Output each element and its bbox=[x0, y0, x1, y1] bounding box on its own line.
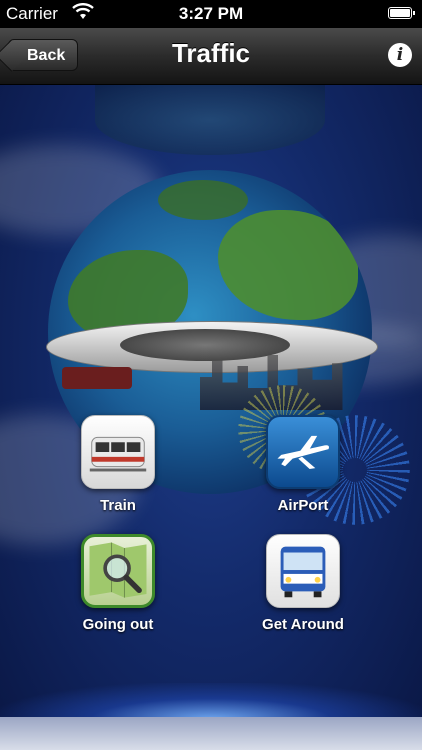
app-going-out[interactable]: Going out bbox=[63, 534, 173, 633]
page-title: Traffic bbox=[171, 38, 251, 68]
app-get-around[interactable]: Get Around bbox=[248, 534, 358, 633]
train-icon[interactable] bbox=[81, 415, 155, 489]
info-icon[interactable]: i bbox=[388, 43, 412, 67]
navigation-bar: Back Traffic i bbox=[0, 28, 422, 85]
train-label: Train bbox=[100, 497, 136, 514]
airplane-icon[interactable] bbox=[266, 415, 340, 489]
earth-reflection bbox=[95, 85, 325, 155]
app-airport[interactable]: AirPort bbox=[248, 415, 358, 514]
clock: 3:27 PM bbox=[178, 4, 244, 23]
platform-center bbox=[120, 329, 290, 361]
map-magnifier-icon[interactable] bbox=[81, 534, 155, 608]
bus-icon[interactable] bbox=[266, 534, 340, 608]
bottom-glow bbox=[0, 683, 422, 719]
train-decoration bbox=[62, 367, 132, 389]
airport-label: AirPort bbox=[277, 497, 329, 514]
battery-icon bbox=[388, 7, 415, 19]
bottom-bar bbox=[0, 717, 422, 750]
status-bar: Carrier 3:27 PM bbox=[0, 0, 422, 28]
get-around-label: Get Around bbox=[262, 616, 344, 633]
going-out-label: Going out bbox=[82, 616, 154, 633]
background-scene: Train AirPort Going out Get Around bbox=[0, 85, 422, 750]
app-train[interactable]: Train bbox=[63, 415, 173, 514]
